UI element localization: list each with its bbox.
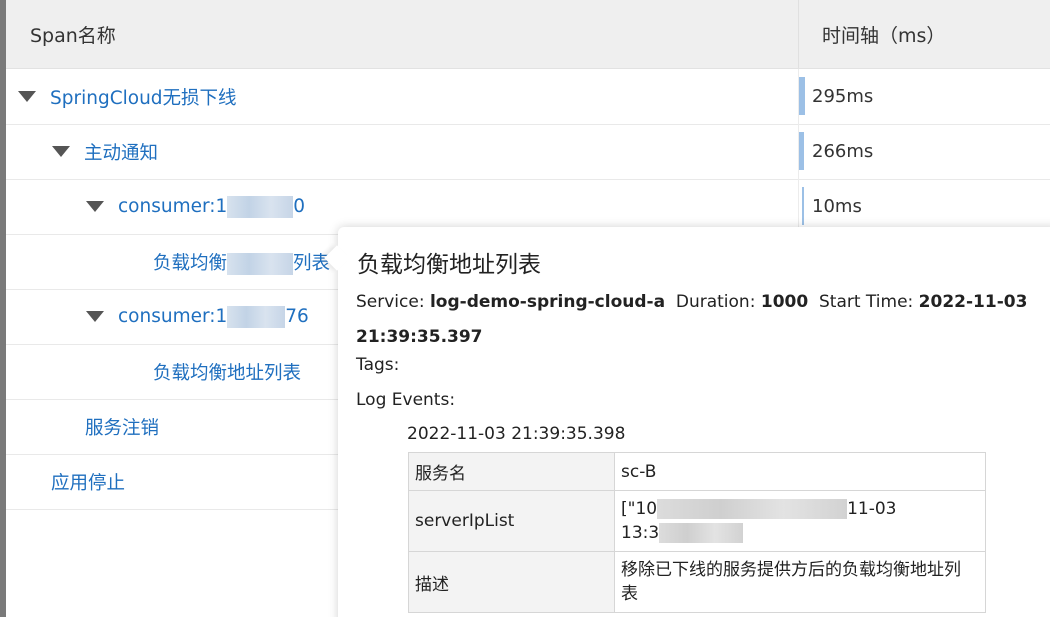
redacted-region: [227, 305, 286, 328]
expand-caret-icon[interactable]: [86, 311, 104, 322]
redacted-region: [227, 252, 294, 275]
log-value: 移除已下线的服务提供方后的负载均衡地址列表: [614, 551, 986, 613]
redacted-region: [227, 195, 294, 218]
log-events-label: Log Events:: [356, 390, 456, 410]
span-row[interactable]: SpringCloud无损下线 295ms: [6, 69, 1050, 125]
tags-label: Tags:: [356, 355, 400, 375]
span-name-link[interactable]: 应用停止: [51, 469, 125, 495]
span-duration: 295ms: [812, 86, 874, 107]
expand-caret-icon[interactable]: [18, 91, 36, 102]
redacted-region: [657, 499, 848, 519]
table-header: Span名称 时间轴（ms）: [6, 0, 1050, 69]
duration-bar: [802, 187, 804, 225]
expand-caret-icon[interactable]: [52, 146, 70, 157]
span-name-link[interactable]: SpringCloud无损下线: [50, 84, 237, 110]
timeline-cell: 266ms: [798, 124, 1050, 179]
log-key: 描述: [408, 551, 615, 613]
table-row: 描述 移除已下线的服务提供方后的负载均衡地址列表: [408, 551, 986, 613]
redacted-region: [659, 523, 744, 543]
span-name-link[interactable]: 服务注销: [85, 414, 159, 440]
timeline-column-header: 时间轴（ms）: [822, 25, 946, 47]
span-meta: Service: log-demo-spring-cloud-a Duratio…: [356, 285, 1031, 355]
timeline-cell: 10ms: [798, 179, 1050, 234]
table-row: 服务名 sc-B: [408, 452, 986, 491]
span-detail-popover: 负载均衡地址列表 Service: log-demo-spring-cloud-…: [324, 227, 1050, 617]
popover-title: 负载均衡地址列表: [357, 252, 541, 278]
duration-value: 1000: [760, 292, 809, 312]
span-row[interactable]: 主动通知 266ms: [6, 124, 1050, 180]
span-name-link[interactable]: consumer:1 0: [118, 195, 305, 218]
duration-bar: [799, 132, 804, 170]
timeline-cell: 295ms: [798, 69, 1050, 124]
expand-caret-icon[interactable]: [86, 201, 104, 212]
span-name-link[interactable]: 负载均衡地址列表: [153, 359, 301, 385]
span-name-link[interactable]: consumer:1 76: [118, 305, 309, 328]
log-value: sc-B: [614, 452, 986, 491]
service-label: Service:: [356, 292, 425, 312]
log-event-timestamp: 2022-11-03 21:39:35.398: [407, 424, 626, 444]
duration-label: Duration:: [675, 292, 756, 312]
service-value: log-demo-spring-cloud-a: [429, 292, 666, 312]
span-name-link[interactable]: 负载均衡 列表: [153, 249, 330, 275]
log-key: serverIpList: [408, 490, 615, 552]
duration-bar: [799, 77, 805, 115]
log-value: ["10 11-03 13:3: [614, 490, 986, 552]
span-name-column-header: Span名称: [30, 25, 116, 47]
log-event-table: 服务名 sc-B serverIpList ["10 11-03 13:3 描述 …: [408, 452, 986, 613]
span-duration: 10ms: [812, 196, 862, 217]
span-name-link[interactable]: 主动通知: [84, 139, 158, 165]
span-duration: 266ms: [812, 141, 874, 162]
trace-detail-view: Span名称 时间轴（ms） SpringCloud无损下线 295ms 主动通…: [0, 0, 1050, 617]
table-row: serverIpList ["10 11-03 13:3: [408, 490, 986, 552]
start-time-label: Start Time:: [819, 292, 914, 312]
log-key: 服务名: [408, 452, 615, 491]
header-divider: [798, 0, 799, 68]
